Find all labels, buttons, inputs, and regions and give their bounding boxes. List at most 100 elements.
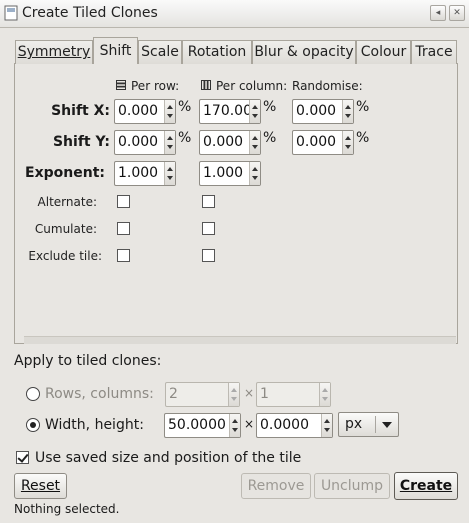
cumulate-label: Cumulate: [34,222,97,236]
tab-rotation[interactable]: Rotation [182,40,252,64]
create-button[interactable]: Create [394,472,458,500]
shift-x-randomise-spin[interactable]: 0.000 [292,99,354,124]
spin-value: 2 [169,386,178,402]
spin-up-icon[interactable] [252,136,258,140]
title-bar: Create Tiled Clones ◂ ✕ [0,0,469,28]
times-sign: × [244,417,255,431]
spin-arrows[interactable] [164,131,175,154]
exponent-label: Exponent: [25,165,105,181]
tab-symmetry[interactable]: Symmetry [15,40,93,64]
spin-up-icon[interactable] [167,167,173,171]
spin-down-icon[interactable] [252,114,258,118]
rows-spin[interactable]: 2 [165,382,240,407]
exponent-per-row-spin[interactable]: 1.000 [114,161,176,186]
use-saved-checkbox[interactable] [16,451,29,464]
alternate-per-row-checkbox[interactable] [117,195,130,208]
spin-arrows[interactable] [164,100,175,123]
shift-x-per-column-spin[interactable]: 170.00 [199,99,261,124]
spin-down-icon[interactable] [324,428,330,432]
spin-down-icon[interactable] [232,428,238,432]
width-height-label: Width, height: [45,417,144,433]
percent-sign: % [178,130,192,146]
button-label: Reset [20,478,61,494]
percent-sign: % [356,130,370,146]
window-title: Create Tiled Clones [22,5,158,21]
columns-spin[interactable]: 1 [256,382,331,407]
unclump-button[interactable]: Unclump [314,473,390,499]
spin-value: 1.000 [203,165,244,181]
spin-value: 0.000 [296,103,337,119]
tab-blur-opacity[interactable]: Blur & opacity [252,40,356,64]
spin-arrows[interactable] [249,131,260,154]
percent-sign: % [356,99,370,115]
shift-x-per-row-spin[interactable]: 0.000 [114,99,176,124]
spin-up-icon[interactable] [322,388,328,392]
spin-up-icon[interactable] [324,419,330,423]
percent-sign: % [178,99,192,115]
tab-scale[interactable]: Scale [138,40,182,64]
tab-label: Blur & opacity [254,44,354,60]
spin-down-icon[interactable] [167,114,173,118]
spin-down-icon[interactable] [345,114,351,118]
shade-window-icon[interactable]: ◂ [430,5,446,21]
reset-button[interactable]: Reset [14,473,67,499]
spin-down-icon[interactable] [167,176,173,180]
rows-columns-label: Rows, columns: [45,386,154,402]
spin-up-icon[interactable] [345,105,351,109]
per-row-header: Per row: [131,79,180,93]
tab-label: Shift [99,43,132,59]
close-window-icon[interactable]: ✕ [449,5,465,21]
shift-y-per-column-spin[interactable]: 0.000 [199,130,261,155]
spin-up-icon[interactable] [252,167,258,171]
cumulate-per-row-checkbox[interactable] [117,222,130,235]
alternate-per-column-checkbox[interactable] [202,195,215,208]
tab-trace[interactable]: Trace [411,40,457,64]
spin-down-icon[interactable] [345,145,351,149]
spin-arrows[interactable] [249,162,260,185]
spin-arrows[interactable] [164,162,175,185]
spin-arrows[interactable] [228,383,239,406]
remove-button[interactable]: Remove [241,473,311,499]
spin-down-icon[interactable] [231,397,237,401]
cumulate-per-column-checkbox[interactable] [202,222,215,235]
alternate-label: Alternate: [37,195,97,209]
tab-colour[interactable]: Colour [356,40,411,64]
exponent-per-column-spin[interactable]: 1.000 [199,161,261,186]
tab-label: Colour [360,44,407,60]
spin-up-icon[interactable] [345,136,351,140]
spin-value: 0.000 [203,134,244,150]
width-height-radio[interactable] [26,418,40,432]
spin-down-icon[interactable] [252,145,258,149]
height-spin[interactable]: 0.0000 [256,413,333,438]
width-spin[interactable]: 50.0000 [164,413,241,438]
spin-arrows[interactable] [321,414,332,437]
per-column-header: Per column: [216,79,288,93]
spin-up-icon[interactable] [231,388,237,392]
spin-up-icon[interactable] [252,105,258,109]
rows-columns-radio[interactable] [26,387,40,401]
spin-down-icon[interactable] [167,145,173,149]
shift-y-per-row-spin[interactable]: 0.000 [114,130,176,155]
spin-down-icon[interactable] [322,397,328,401]
unit-value: px [345,416,363,432]
percent-sign: % [263,130,277,146]
tab-mnemonic: Symmetry [17,44,91,60]
shift-y-randomise-spin[interactable]: 0.000 [292,130,354,155]
spin-arrows[interactable] [229,414,240,437]
spin-up-icon[interactable] [167,136,173,140]
spin-up-icon[interactable] [232,419,238,423]
spin-arrows[interactable] [342,100,353,123]
spin-arrows[interactable] [319,383,330,406]
exclude-tile-label: Exclude tile: [28,249,102,263]
tab-label: Scale [141,44,179,60]
spin-value: 0.0000 [260,417,309,433]
dropdown-separator [375,416,376,433]
tab-shift[interactable]: Shift [93,37,138,64]
spin-up-icon[interactable] [167,105,173,109]
spin-down-icon[interactable] [252,176,258,180]
spin-arrows[interactable] [249,100,260,123]
exclude-tile-per-column-checkbox[interactable] [202,249,215,262]
spin-arrows[interactable] [342,131,353,154]
exclude-tile-per-row-checkbox[interactable] [117,249,130,262]
unit-dropdown[interactable]: px [338,412,399,437]
